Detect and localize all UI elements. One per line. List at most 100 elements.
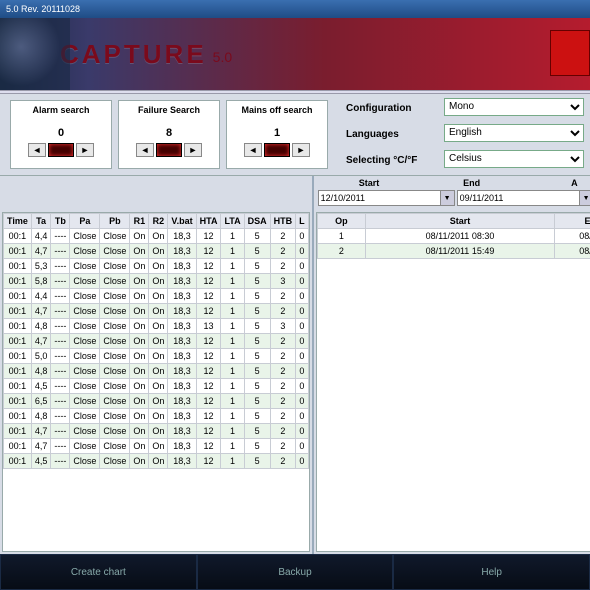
table-cell: 18,3 — [168, 304, 196, 319]
table-cell: 00:1 — [4, 229, 32, 244]
table-cell: 2 — [270, 424, 296, 439]
help-button[interactable]: Help — [393, 554, 590, 590]
end-label: End — [420, 178, 523, 188]
column-header[interactable]: LTA — [221, 214, 244, 229]
configuration-select[interactable]: Mono — [444, 98, 584, 116]
start-date-input[interactable] — [318, 190, 441, 206]
table-row[interactable]: 00:14,5----CloseCloseOnOn18,3121520 — [4, 379, 309, 394]
table-row[interactable]: 00:14,7----CloseCloseOnOn18,3121520 — [4, 244, 309, 259]
table-row[interactable]: 00:14,7----CloseCloseOnOn18,3121520 — [4, 304, 309, 319]
table-cell: 2 — [270, 244, 296, 259]
main-area: TimeTaTbPaPbR1R2V.batHTALTADSAHTBL 00:14… — [0, 176, 590, 554]
table-cell: Close — [70, 394, 100, 409]
window-titlebar: 5.0 Rev. 20111028 — [0, 0, 590, 18]
table-cell: Close — [100, 349, 130, 364]
table-row[interactable]: 00:16,5----CloseCloseOnOn18,3121520 — [4, 394, 309, 409]
table-cell: On — [130, 454, 149, 469]
column-header[interactable]: Tb — [51, 214, 70, 229]
column-header[interactable]: R1 — [130, 214, 149, 229]
a-label: A — [523, 178, 590, 188]
alarm-next-button[interactable]: ► — [76, 143, 94, 157]
events-grid-container[interactable]: OpStartEn 108/11/2011 08:3008/11208/11/2… — [316, 212, 590, 552]
column-header[interactable]: Pa — [70, 214, 100, 229]
end-date-dropdown-icon[interactable]: ▼ — [580, 190, 590, 206]
table-cell: Close — [70, 289, 100, 304]
table-cell: 18,3 — [168, 289, 196, 304]
table-row[interactable]: 00:15,8----CloseCloseOnOn18,3121530 — [4, 274, 309, 289]
column-header[interactable]: HTA — [196, 214, 221, 229]
mains-prev-button[interactable]: ◄ — [244, 143, 262, 157]
table-cell: 08/11 — [554, 244, 590, 259]
end-date-input[interactable] — [457, 190, 580, 206]
right-pane: Start End A ▼ ▼ ▼ OpStartEn 108/11/2011 … — [314, 176, 590, 554]
table-cell: Close — [100, 319, 130, 334]
table-row[interactable]: 00:14,8----CloseCloseOnOn18,3131530 — [4, 319, 309, 334]
table-cell: 2 — [270, 439, 296, 454]
table-row[interactable]: 00:14,4----CloseCloseOnOn18,3121520 — [4, 229, 309, 244]
table-cell: ---- — [51, 289, 70, 304]
table-cell: 5 — [244, 244, 270, 259]
start-label: Start — [318, 178, 421, 188]
table-cell: Close — [100, 289, 130, 304]
table-cell: On — [149, 364, 168, 379]
table-cell: 4,7 — [31, 244, 51, 259]
table-row[interactable]: 00:14,7----CloseCloseOnOn18,3121520 — [4, 424, 309, 439]
column-header[interactable]: En — [554, 214, 590, 229]
column-header[interactable]: Op — [317, 214, 366, 229]
column-header[interactable]: Start — [366, 214, 555, 229]
table-row[interactable]: 00:14,8----CloseCloseOnOn18,3121520 — [4, 364, 309, 379]
column-header[interactable]: Ta — [31, 214, 51, 229]
table-cell: 18,3 — [168, 409, 196, 424]
table-cell: 4,8 — [31, 319, 51, 334]
column-header[interactable]: Time — [4, 214, 32, 229]
table-cell: 00:1 — [4, 244, 32, 259]
create-chart-button[interactable]: Create chart — [0, 554, 197, 590]
backup-button[interactable]: Backup — [197, 554, 394, 590]
table-row[interactable]: 00:14,4----CloseCloseOnOn18,3121520 — [4, 289, 309, 304]
table-cell: Close — [100, 409, 130, 424]
column-header[interactable]: R2 — [149, 214, 168, 229]
column-header[interactable]: HTB — [270, 214, 296, 229]
table-row[interactable]: 00:15,3----CloseCloseOnOn18,3121520 — [4, 259, 309, 274]
table-cell: 18,3 — [168, 229, 196, 244]
column-header[interactable]: V.bat — [168, 214, 196, 229]
alarm-prev-button[interactable]: ◄ — [28, 143, 46, 157]
table-cell: 00:1 — [4, 274, 32, 289]
column-header[interactable]: Pb — [100, 214, 130, 229]
table-cell: Close — [100, 424, 130, 439]
column-header[interactable]: DSA — [244, 214, 270, 229]
table-cell: 18,3 — [168, 394, 196, 409]
data-grid[interactable]: TimeTaTbPaPbR1R2V.batHTALTADSAHTBL 00:14… — [3, 213, 309, 469]
start-date-dropdown-icon[interactable]: ▼ — [441, 190, 455, 206]
table-row[interactable]: 108/11/2011 08:3008/11 — [317, 229, 590, 244]
table-cell: 2 — [270, 304, 296, 319]
table-cell: On — [130, 274, 149, 289]
mains-next-button[interactable]: ► — [292, 143, 310, 157]
logo-graphic — [0, 18, 70, 90]
table-row[interactable]: 00:15,0----CloseCloseOnOn18,3121520 — [4, 349, 309, 364]
config-label-units: Selecting °C/°F — [346, 150, 436, 172]
table-cell: 00:1 — [4, 454, 32, 469]
controls-row: Alarm search 0 ◄ ► Failure Search 8 ◄ ► … — [0, 94, 590, 176]
footer-bar: Create chart Backup Help — [0, 554, 590, 590]
table-row[interactable]: 00:14,8----CloseCloseOnOn18,3121520 — [4, 409, 309, 424]
data-grid-container[interactable]: TimeTaTbPaPbR1R2V.batHTALTADSAHTBL 00:14… — [2, 212, 310, 552]
failure-prev-button[interactable]: ◄ — [136, 143, 154, 157]
table-cell: ---- — [51, 274, 70, 289]
table-row[interactable]: 208/11/2011 15:4908/11 — [317, 244, 590, 259]
table-cell: 5,0 — [31, 349, 51, 364]
events-grid[interactable]: OpStartEn 108/11/2011 08:3008/11208/11/2… — [317, 213, 590, 259]
failure-next-button[interactable]: ► — [184, 143, 202, 157]
date-filter-row: Start End A ▼ ▼ ▼ — [314, 176, 590, 210]
table-row[interactable]: 00:14,7----CloseCloseOnOn18,3121520 — [4, 439, 309, 454]
table-cell: 1 — [221, 394, 244, 409]
header-banner: CAPTURE 5.0 — [0, 18, 590, 90]
column-header[interactable]: L — [296, 214, 309, 229]
languages-select[interactable]: English — [444, 124, 584, 142]
table-row[interactable]: 00:14,7----CloseCloseOnOn18,3121520 — [4, 334, 309, 349]
table-cell: 12 — [196, 379, 221, 394]
units-select[interactable]: Celsius — [444, 150, 584, 168]
table-cell: 6,5 — [31, 394, 51, 409]
table-cell: 2 — [317, 244, 366, 259]
table-row[interactable]: 00:14,5----CloseCloseOnOn18,3121520 — [4, 454, 309, 469]
